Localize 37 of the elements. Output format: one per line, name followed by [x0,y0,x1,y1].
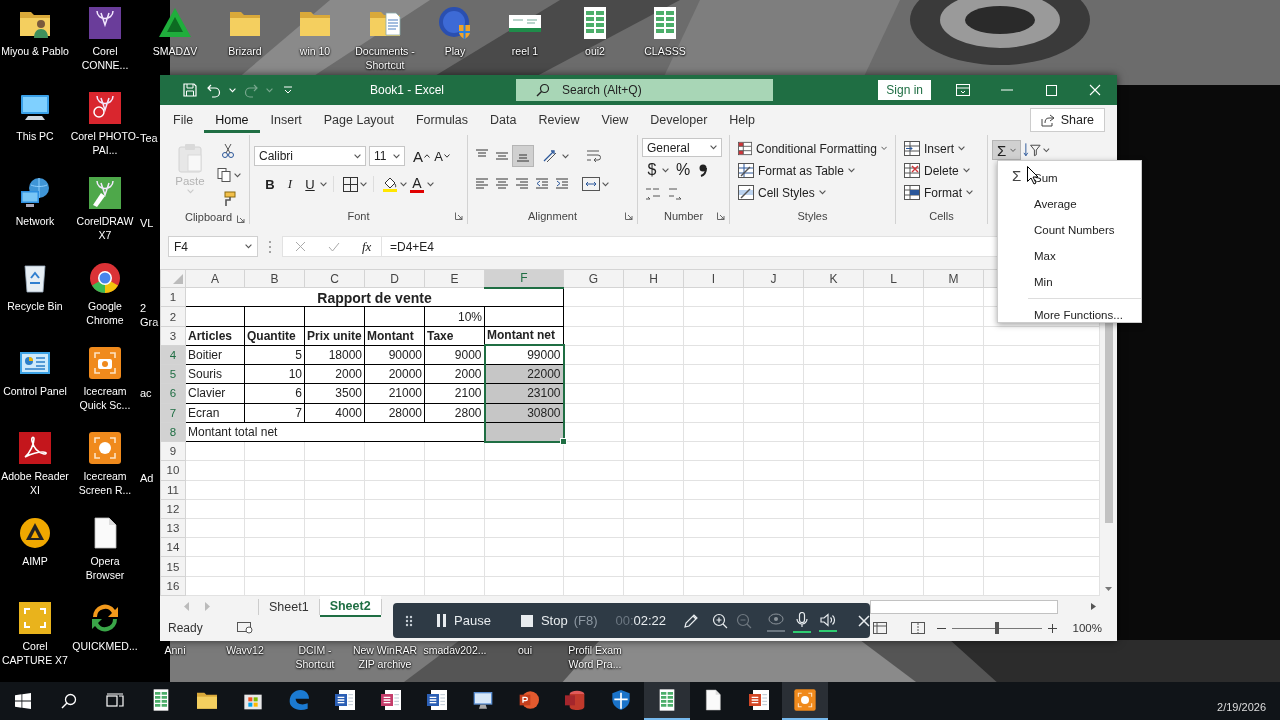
group-label: Font [347,209,370,222]
table-cell: 5 [244,345,305,365]
table-cell: 4000 [304,403,365,423]
group-label: Cells [929,209,954,222]
shortcut-hint: (F8) [573,613,598,628]
sum-icon: Σ [1012,167,1022,184]
table-cell: Ecran [185,403,245,423]
column-heading: Taxe [424,326,485,346]
table-cell: 20000 [364,364,425,384]
table-cell: 10 [244,364,305,384]
table-cell: 2000 [304,364,365,384]
table-cell: 21000 [364,383,425,404]
column-heading: Prix unite [304,326,365,346]
column-heading: Quantite [244,326,305,346]
group-label: Alignment [528,209,577,222]
table-cell: 90000 [364,345,425,365]
clock-date: 2/19/2026 [1217,701,1266,713]
table-cell: Clavier [185,383,245,404]
column-heading: Articles [185,326,245,346]
window-title: Book1 - Excel [370,83,446,97]
table-cell: 3500 [304,383,365,404]
table-cell: Boitier [185,345,245,365]
status-text: Ready [168,621,203,635]
elapsed-hours: 00: [615,613,634,628]
table-cell: 7 [244,403,305,423]
column-heading: Montant [364,326,425,346]
table-cell: 18000 [304,345,365,365]
elapsed-time: 02:22 [633,613,667,628]
table-cell: 10% [424,306,485,327]
table-cell: 6 [244,383,305,404]
group-label: Styles [797,209,828,222]
table-cell: 28000 [364,403,425,423]
group-label: Clipboard [184,211,233,223]
group-label: Number [663,209,704,222]
column-heading: Montant net [484,326,564,346]
table-cell: Souris [185,364,245,384]
table-title: Rapport de vente [185,287,564,307]
